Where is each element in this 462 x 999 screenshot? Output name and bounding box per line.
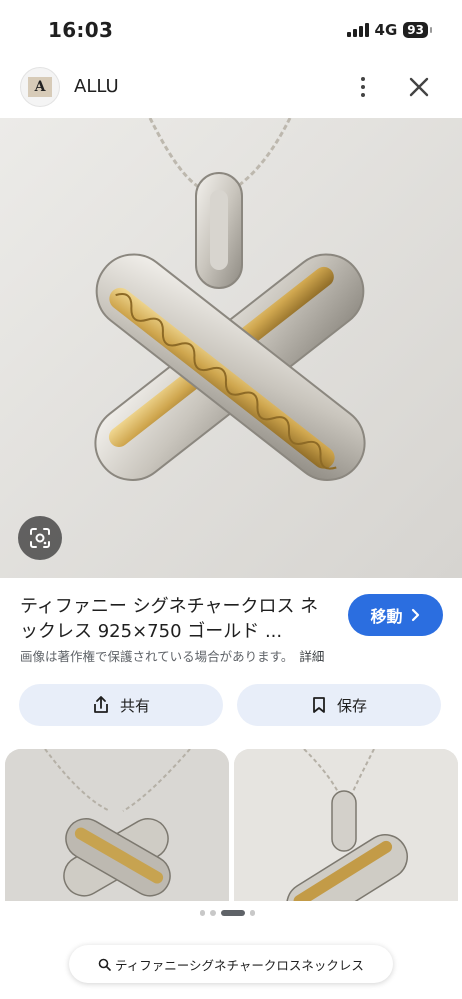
search-icon: [98, 958, 111, 971]
signal-icon: [346, 23, 369, 37]
related-image-thumb[interactable]: [234, 749, 458, 901]
carousel-dots: [200, 910, 255, 916]
status-time: 16:03: [48, 18, 114, 42]
related-pendant-image: [5, 749, 229, 901]
share-button[interactable]: 共有: [19, 684, 223, 726]
visit-label: 移動: [370, 607, 403, 626]
site-logo-mark: A: [28, 77, 52, 97]
related-image-thumb[interactable]: [5, 749, 229, 901]
related-search-chip[interactable]: ティファニーシグネチャークロスネックレス: [69, 945, 393, 983]
site-name[interactable]: ALLU: [74, 76, 119, 97]
carousel-dot: [250, 910, 255, 916]
save-button[interactable]: 保存: [237, 684, 441, 726]
related-pendant-image: [234, 749, 458, 901]
carousel-dot: [210, 910, 216, 916]
copyright-notice: 画像は著作権で保護されている場合があります。 詳細: [20, 646, 324, 665]
visit-button[interactable]: 移動: [348, 594, 443, 636]
copyright-text: 画像は著作権で保護されている場合があります。: [20, 649, 294, 664]
carousel-dot-active: [221, 910, 245, 916]
site-logo[interactable]: A: [20, 67, 60, 107]
details-link[interactable]: 詳細: [299, 649, 324, 664]
save-label: 保存: [336, 696, 367, 715]
share-icon: [94, 696, 108, 713]
carousel-dot: [200, 910, 205, 916]
more-vert-icon[interactable]: [352, 70, 374, 104]
share-label: 共有: [119, 696, 150, 715]
status-bar: 16:03 4G 93: [0, 0, 462, 60]
battery-icon: 93: [403, 22, 432, 38]
chevron-right-icon: [411, 608, 419, 622]
related-search-label: ティファニーシグネチャークロスネックレス: [115, 957, 364, 973]
network-type: 4G: [374, 21, 398, 39]
main-product-image[interactable]: [0, 118, 462, 578]
result-header: A ALLU: [0, 60, 462, 116]
pendant-image: [0, 118, 462, 578]
bookmark-icon: [313, 697, 325, 713]
status-indicators: 4G 93: [346, 21, 432, 39]
close-icon[interactable]: [404, 72, 434, 102]
lens-icon[interactable]: [18, 516, 62, 560]
result-title[interactable]: ティファニー シグネチャークロス ネックレス 925×750 ゴールド ...: [20, 594, 330, 644]
